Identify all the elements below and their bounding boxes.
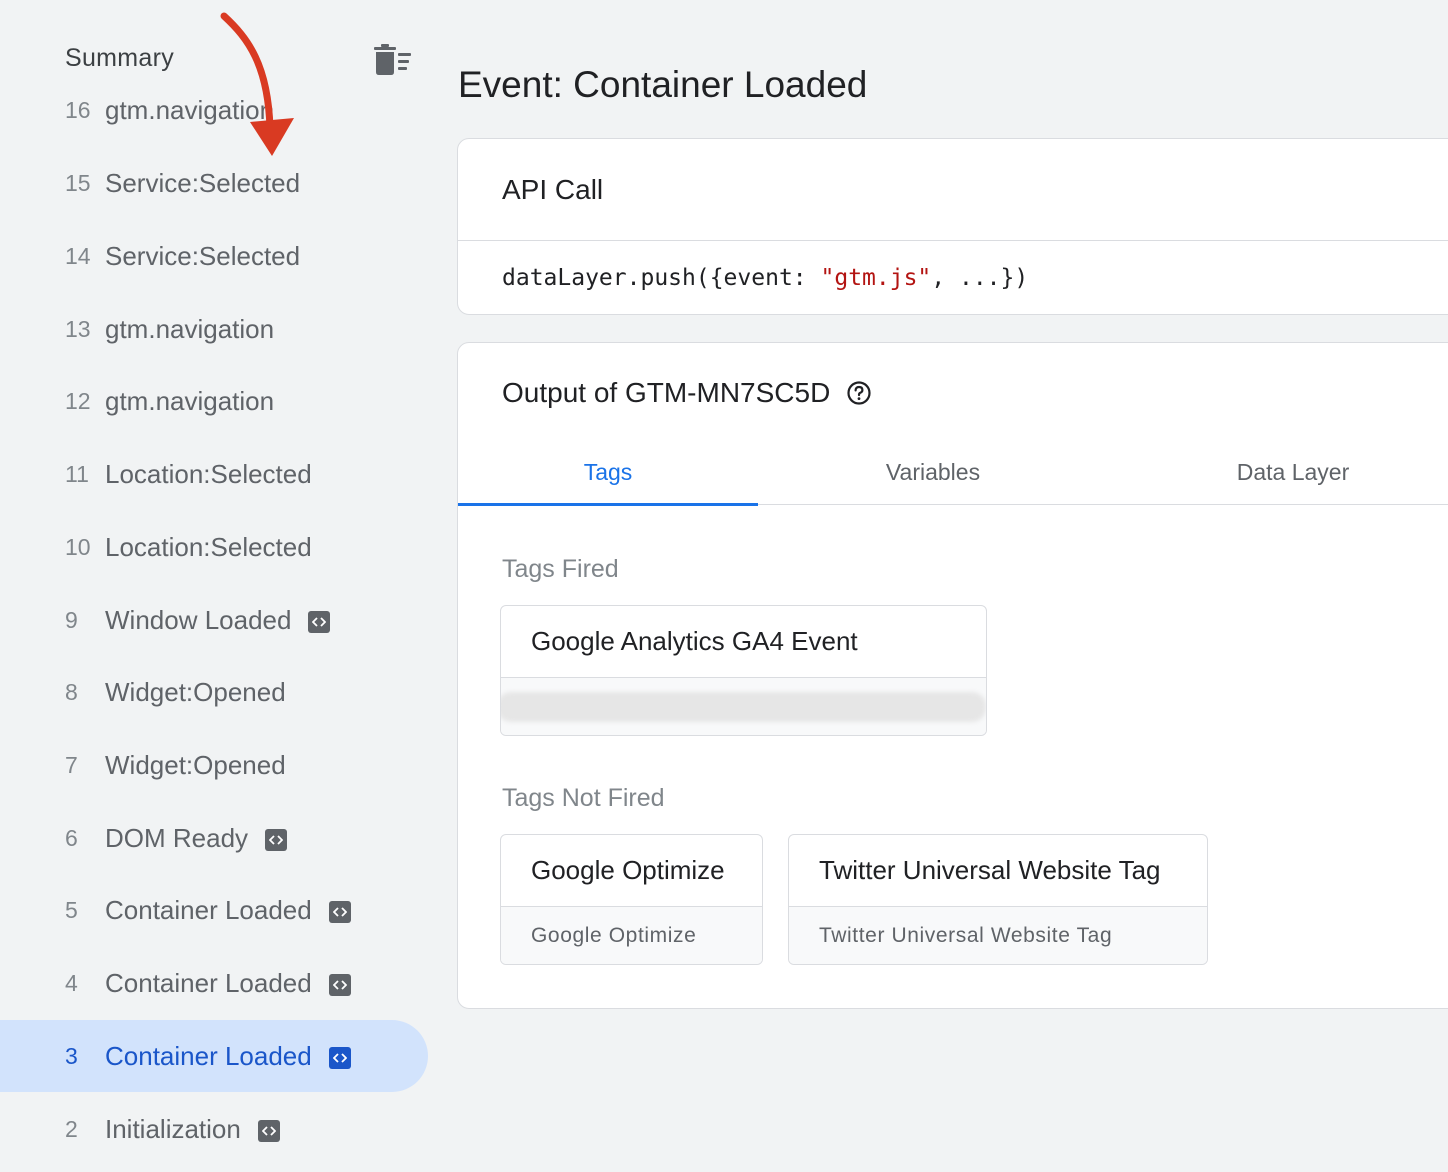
output-tabs: Tags Variables Data Layer (458, 439, 1448, 506)
tag-card-ga4-event[interactable]: Google Analytics GA4 Event (500, 605, 987, 736)
event-item-8[interactable]: 8 Widget:Opened (0, 656, 428, 728)
event-number: 5 (65, 896, 78, 923)
tags-fired-label: Tags Fired (502, 555, 619, 583)
tag-subtitle-redacted (501, 678, 986, 735)
help-circle-icon[interactable] (846, 380, 872, 406)
event-label: gtm.navigation (105, 94, 275, 125)
event-item-2[interactable]: 2 Initialization (0, 1093, 428, 1165)
event-label: Service:Selected (105, 240, 301, 271)
event-item-3-selected[interactable]: 3 Container Loaded (0, 1020, 428, 1092)
tags-not-fired-label: Tags Not Fired (502, 784, 665, 812)
event-item-13[interactable]: 13 gtm.navigation (0, 293, 428, 365)
event-item-5[interactable]: 5 Container Loaded (0, 874, 428, 946)
event-item-10[interactable]: 10 Location:Selected (0, 511, 428, 583)
output-card: Output of GTM-MN7SC5D Tags Variables Dat… (457, 342, 1448, 1009)
event-number: 7 (65, 751, 78, 778)
event-number: 11 (65, 460, 89, 487)
event-item-6[interactable]: 6 DOM Ready (0, 802, 428, 874)
event-item-9[interactable]: 9 Window Loaded (0, 584, 428, 656)
event-item-14[interactable]: 14 Service:Selected (0, 220, 428, 292)
tag-card-twitter-uwt[interactable]: Twitter Universal Website Tag Twitter Un… (788, 834, 1208, 965)
event-number: 9 (65, 606, 78, 633)
page-title: Event: Container Loaded (458, 64, 868, 105)
event-label: Service:Selected (105, 167, 301, 198)
events-list: 16 gtm.navigation 15 Service:Selected 14… (0, 88, 440, 1172)
event-item-16[interactable]: 16 gtm.navigation (0, 88, 428, 146)
code-icon (328, 901, 351, 923)
code-string: "gtm.js" (820, 265, 932, 291)
code-suffix: , ...}) (931, 265, 1029, 291)
clear-events-button[interactable] (370, 42, 414, 78)
code-prefix: dataLayer.push({event: (502, 265, 821, 291)
delete-sweep-icon (374, 44, 411, 75)
event-item-11[interactable]: 11 Location:Selected (0, 438, 428, 510)
event-number: 4 (65, 969, 78, 996)
event-number: 16 (65, 96, 91, 123)
api-call-code: dataLayer.push({event: "gtm.js", ...}) (458, 241, 1448, 314)
event-label: Container Loaded (105, 1041, 351, 1072)
tab-tags[interactable]: Tags (458, 439, 758, 506)
tag-subtitle: Twitter Universal Website Tag (789, 907, 1207, 964)
tag-title: Google Analytics GA4 Event (501, 606, 986, 678)
event-item-15[interactable]: 15 Service:Selected (0, 147, 428, 219)
event-label: Location:Selected (105, 531, 312, 562)
output-heading: Output of GTM-MN7SC5D (502, 377, 872, 409)
event-number: 3 (65, 1042, 78, 1069)
code-icon (328, 1047, 351, 1069)
event-label: DOM Ready (105, 823, 288, 854)
event-number: 2 (65, 1115, 78, 1142)
output-heading-text: Output of GTM-MN7SC5D (502, 377, 831, 408)
tag-subtitle: Google Optimize (501, 907, 762, 964)
event-label: gtm.navigation (105, 385, 275, 416)
redaction-blur (501, 691, 986, 722)
tab-data-layer[interactable]: Data Layer (1143, 439, 1443, 505)
tag-title: Twitter Universal Website Tag (789, 835, 1207, 907)
summary-title[interactable]: Summary (65, 44, 174, 73)
event-number: 6 (65, 824, 78, 851)
event-number: 10 (65, 533, 91, 560)
event-number: 13 (65, 315, 91, 342)
code-icon (308, 611, 331, 633)
code-icon (328, 974, 351, 996)
event-label: Location:Selected (105, 458, 312, 489)
event-item-4[interactable]: 4 Container Loaded (0, 947, 428, 1019)
event-label: Widget:Opened (105, 749, 286, 780)
event-label: Widget:Opened (105, 676, 286, 707)
code-icon (265, 829, 288, 851)
code-icon (257, 1120, 280, 1142)
tab-variables[interactable]: Variables (783, 439, 1083, 505)
event-label: Container Loaded (105, 895, 351, 926)
api-call-card: API Call dataLayer.push({event: "gtm.js"… (457, 138, 1448, 315)
tag-title: Google Optimize (501, 835, 762, 907)
event-label: gtm.navigation (105, 313, 275, 344)
tag-card-google-optimize[interactable]: Google Optimize Google Optimize (500, 834, 763, 965)
api-call-heading: API Call (458, 139, 1448, 241)
event-item-12[interactable]: 12 gtm.navigation (0, 365, 428, 437)
event-sidebar: Summary 16 gtm.navigation 15 Service:Sel… (0, 0, 440, 1172)
event-number: 15 (65, 169, 91, 196)
event-label: Initialization (105, 1114, 280, 1145)
event-item-7[interactable]: 7 Widget:Opened (0, 729, 428, 801)
event-number: 8 (65, 678, 78, 705)
event-number: 12 (65, 387, 91, 414)
event-label: Window Loaded (105, 605, 331, 636)
event-number: 14 (65, 242, 91, 269)
event-label: Container Loaded (105, 968, 351, 999)
